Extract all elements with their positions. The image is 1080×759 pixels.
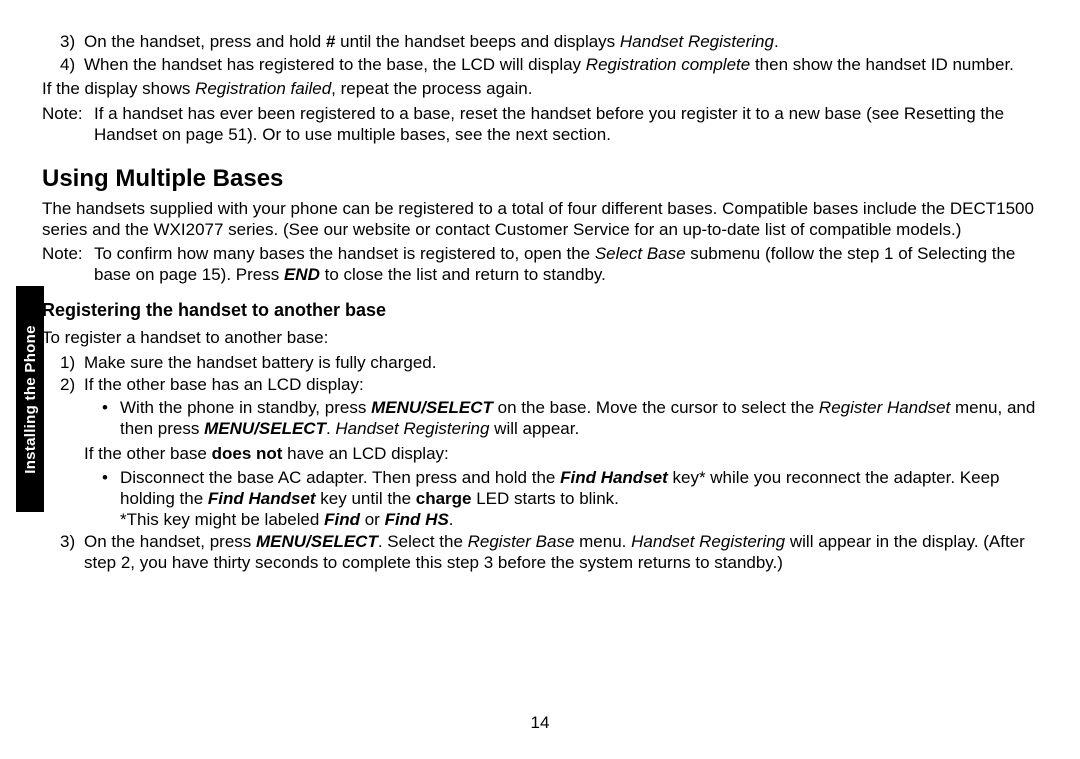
key-menu-select: MENU/SELECT: [204, 419, 326, 438]
list-item: 3) On the handset, press MENU/SELECT. Se…: [42, 532, 1038, 573]
text: If the display shows: [42, 79, 195, 98]
section-heading-bases: Using Multiple Bases: [42, 164, 1038, 193]
list-number: 3): [60, 32, 84, 53]
key-menu-select: MENU/SELECT: [371, 398, 493, 417]
emphasis: does not: [212, 444, 283, 463]
key-find-hs: Find HS: [385, 510, 449, 529]
manual-page: Installing the Phone 3) On the handset, …: [0, 0, 1080, 759]
page-content: 3) On the handset, press and hold # unti…: [42, 32, 1038, 574]
page-number: 14: [0, 713, 1080, 733]
text: menu.: [574, 532, 631, 551]
sub-heading-register: Registering the handset to another base: [42, 300, 1038, 322]
paragraph: If the other base does not have an LCD d…: [42, 444, 1038, 465]
display-message: Registration failed: [195, 79, 331, 98]
list-body: On the handset, press MENU/SELECT. Selec…: [84, 532, 1038, 573]
note-body: If a handset has ever been registered to…: [94, 104, 1038, 145]
list-number: 2): [60, 375, 84, 396]
text: LED starts to blink.: [472, 489, 619, 508]
menu-name: Register Handset: [819, 398, 950, 417]
section-tab: Installing the Phone: [16, 286, 44, 512]
text: then show the handset ID number.: [750, 55, 1014, 74]
bullet-body: Disconnect the base AC adapter. Then pre…: [120, 468, 1038, 530]
text: .: [774, 32, 779, 51]
text: On the handset, press and hold: [84, 32, 326, 51]
note-label: Note:: [42, 244, 94, 285]
list-number: 1): [60, 353, 84, 374]
key-menu-select: MENU/SELECT: [256, 532, 378, 551]
bullet-item: • With the phone in standby, press MENU/…: [42, 398, 1038, 439]
text: will appear.: [489, 419, 579, 438]
list-item: 2) If the other base has an LCD display:: [42, 375, 1038, 396]
text: On the handset, press: [84, 532, 256, 551]
note-label: Note:: [42, 104, 94, 145]
text: If the other base: [84, 444, 212, 463]
display-message: Handset Registering: [631, 532, 785, 551]
text: Disconnect the base AC adapter. Then pre…: [120, 468, 560, 487]
display-message: Registration complete: [586, 55, 750, 74]
paragraph: If the display shows Registration failed…: [42, 79, 1038, 100]
list-body: If the other base has an LCD display:: [84, 375, 1038, 396]
text: until the handset beeps and displays: [335, 32, 619, 51]
text: key until the: [316, 489, 416, 508]
led-name: charge: [416, 489, 472, 508]
text: With the phone in standby, press: [120, 398, 371, 417]
list-number: 4): [60, 55, 84, 76]
list-body: On the handset, press and hold # until t…: [84, 32, 1038, 53]
list-item: 1) Make sure the handset battery is full…: [42, 353, 1038, 374]
note-body: To confirm how many bases the handset is…: [94, 244, 1038, 285]
list-number: 3): [60, 532, 84, 573]
text: . Select the: [378, 532, 468, 551]
text: to close the list and return to standby.: [320, 265, 606, 284]
paragraph: To register a handset to another base:: [42, 328, 1038, 349]
key-end: END: [284, 265, 320, 284]
text: When the handset has registered to the b…: [84, 55, 586, 74]
text: .: [449, 510, 454, 529]
text: *This key might be labeled: [120, 510, 324, 529]
menu-name: Register Base: [468, 532, 575, 551]
bullet-body: With the phone in standby, press MENU/SE…: [120, 398, 1038, 439]
menu-name: Select Base: [595, 244, 686, 263]
text: .: [326, 419, 335, 438]
text: , repeat the process again.: [331, 79, 532, 98]
paragraph: The handsets supplied with your phone ca…: [42, 199, 1038, 240]
key-hash: #: [326, 32, 335, 51]
text: on the base. Move the cursor to select t…: [493, 398, 819, 417]
section-tab-label: Installing the Phone: [22, 325, 39, 474]
key-find: Find: [324, 510, 360, 529]
key-find-handset: Find Handset: [560, 468, 668, 487]
list-body: Make sure the handset battery is fully c…: [84, 353, 1038, 374]
bullet-icon: •: [102, 398, 120, 439]
bullet-icon: •: [102, 468, 120, 530]
list-item: 3) On the handset, press and hold # unti…: [42, 32, 1038, 53]
list-item: 4) When the handset has registered to th…: [42, 55, 1038, 76]
text: To confirm how many bases the handset is…: [94, 244, 595, 263]
bullet-item: • Disconnect the base AC adapter. Then p…: [42, 468, 1038, 530]
text: or: [360, 510, 385, 529]
display-message: Handset Registering: [335, 419, 489, 438]
key-find-handset: Find Handset: [208, 489, 316, 508]
list-body: When the handset has registered to the b…: [84, 55, 1038, 76]
note: Note: To confirm how many bases the hand…: [42, 244, 1038, 285]
display-message: Handset Registering: [620, 32, 774, 51]
note: Note: If a handset has ever been registe…: [42, 104, 1038, 145]
text: have an LCD display:: [282, 444, 448, 463]
